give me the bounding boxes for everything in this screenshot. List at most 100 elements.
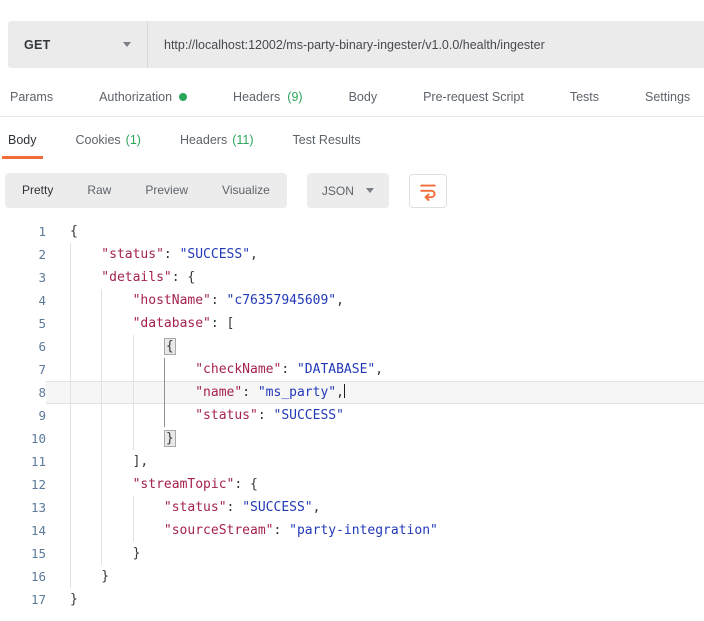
code-line[interactable]: 14"sourceStream": "party-integration" bbox=[0, 519, 704, 542]
json-key: "status" bbox=[195, 408, 258, 423]
response-tab-test-results[interactable]: Test Results bbox=[287, 133, 367, 159]
tab-label: Body bbox=[8, 133, 37, 147]
line-number: 11 bbox=[0, 450, 46, 473]
line-number: 15 bbox=[0, 542, 46, 565]
json-punctuation: : bbox=[164, 247, 180, 262]
json-punctuation: : bbox=[273, 523, 289, 538]
tab-label: Body bbox=[349, 90, 378, 104]
auth-status-dot-icon bbox=[179, 93, 187, 101]
language-label: JSON bbox=[322, 184, 354, 198]
tab-headers[interactable]: Headers(9) bbox=[233, 90, 303, 104]
json-string: "DATABASE" bbox=[297, 362, 375, 377]
line-number: 7 bbox=[0, 358, 46, 381]
view-mode-preview[interactable]: Preview bbox=[128, 173, 205, 208]
indent-guide bbox=[101, 427, 102, 450]
line-number: 2 bbox=[0, 243, 46, 266]
view-mode-pretty[interactable]: Pretty bbox=[5, 173, 70, 208]
code-line[interactable]: 1{ bbox=[0, 220, 704, 243]
code-line[interactable]: 10} bbox=[0, 427, 704, 450]
tab-label: Pre-request Script bbox=[423, 90, 524, 104]
json-response-editor: 1{2"status": "SUCCESS",3"details": {4"ho… bbox=[0, 220, 704, 611]
line-number: 14 bbox=[0, 519, 46, 542]
code-line[interactable]: 16} bbox=[0, 565, 704, 588]
tab-body[interactable]: Body bbox=[349, 90, 378, 104]
code-line[interactable]: 11], bbox=[0, 450, 704, 473]
indent-guide bbox=[101, 450, 102, 473]
indent-guide bbox=[133, 427, 134, 450]
method-label: GET bbox=[24, 38, 51, 52]
method-select[interactable]: GET bbox=[8, 21, 148, 68]
code-line[interactable]: 6{ bbox=[0, 335, 704, 358]
code-line[interactable]: 9"status": "SUCCESS" bbox=[0, 404, 704, 427]
json-punctuation: : bbox=[258, 408, 274, 423]
json-punctuation: , bbox=[336, 385, 344, 400]
indent-guide bbox=[101, 312, 102, 335]
wrap-text-icon bbox=[418, 181, 438, 201]
code-line[interactable]: 13"status": "SUCCESS", bbox=[0, 496, 704, 519]
code-line[interactable]: 2"status": "SUCCESS", bbox=[0, 243, 704, 266]
indent-guide bbox=[70, 496, 71, 519]
indent-guide bbox=[70, 542, 71, 565]
json-key: "hostName" bbox=[133, 293, 211, 308]
indent-guide bbox=[101, 404, 102, 427]
tab-params[interactable]: Params bbox=[10, 90, 53, 104]
code-line[interactable]: 7 "checkName": "DATABASE", bbox=[0, 358, 704, 381]
tab-pre-request-script[interactable]: Pre-request Script bbox=[423, 90, 524, 104]
json-punctuation: : bbox=[281, 362, 297, 377]
tab-settings[interactable]: Settings bbox=[645, 90, 690, 104]
response-tab-cookies[interactable]: Cookies(1) bbox=[70, 133, 147, 159]
tab-tests[interactable]: Tests bbox=[570, 90, 599, 104]
line-number: 4 bbox=[0, 289, 46, 312]
tab-label: Cookies bbox=[76, 133, 121, 147]
json-punctuation: : { bbox=[172, 270, 195, 285]
indent-guide bbox=[70, 565, 71, 588]
tab-label: Params bbox=[10, 90, 53, 104]
indent-guide bbox=[101, 496, 102, 519]
json-punctuation: } bbox=[164, 430, 176, 447]
code-line[interactable]: 15} bbox=[0, 542, 704, 565]
json-punctuation: , bbox=[375, 362, 383, 377]
tab-label: Headers bbox=[180, 133, 227, 147]
response-tab-headers[interactable]: Headers (11) bbox=[174, 133, 260, 159]
code-line[interactable]: 12"streamTopic": { bbox=[0, 473, 704, 496]
json-punctuation: : bbox=[242, 385, 258, 400]
json-punctuation: , bbox=[250, 247, 258, 262]
code-line[interactable]: 3"details": { bbox=[0, 266, 704, 289]
code-line[interactable]: 5"database": [ bbox=[0, 312, 704, 335]
request-tabs: Params Authorization Headers(9) Body Pre-req… bbox=[0, 90, 704, 117]
indent-guide bbox=[164, 381, 165, 404]
view-mode-visualize[interactable]: Visualize bbox=[205, 173, 287, 208]
indent-guide bbox=[133, 519, 134, 542]
indent-guide bbox=[101, 335, 102, 358]
line-number: 17 bbox=[0, 588, 46, 611]
code-line[interactable]: 17} bbox=[0, 588, 704, 611]
json-key: "database" bbox=[133, 316, 211, 331]
code-line[interactable]: 8"name": "ms_party", bbox=[0, 381, 704, 404]
json-key: "details" bbox=[101, 270, 171, 285]
chevron-down-icon bbox=[366, 188, 374, 193]
indent-guide bbox=[101, 381, 102, 404]
indent-guide bbox=[70, 473, 71, 496]
code-line[interactable]: 4"hostName": "c76357945609", bbox=[0, 289, 704, 312]
indent-guide bbox=[70, 427, 71, 450]
indent-guide bbox=[133, 358, 134, 381]
tab-label: Test Results bbox=[293, 133, 361, 147]
response-tab-body[interactable]: Body bbox=[2, 133, 43, 159]
json-punctuation: , bbox=[336, 293, 344, 308]
language-select[interactable]: JSON bbox=[307, 173, 389, 208]
json-string: "party-integration" bbox=[289, 523, 438, 538]
url-input[interactable]: http://localhost:12002/ms-party-binary-i… bbox=[148, 21, 704, 68]
view-mode-raw[interactable]: Raw bbox=[70, 173, 128, 208]
tab-label: Authorization bbox=[99, 90, 172, 104]
json-key: "checkName" bbox=[195, 362, 281, 377]
line-number: 12 bbox=[0, 473, 46, 496]
tab-authorization[interactable]: Authorization bbox=[99, 90, 187, 104]
count-badge: (11) bbox=[232, 133, 253, 147]
indent-guide bbox=[70, 381, 71, 404]
json-string: "SUCCESS" bbox=[180, 247, 250, 262]
wrap-text-button[interactable] bbox=[409, 174, 447, 208]
indent-guide bbox=[70, 519, 71, 542]
indent-guide bbox=[164, 404, 165, 427]
line-number: 9 bbox=[0, 404, 46, 427]
indent-guide bbox=[101, 519, 102, 542]
